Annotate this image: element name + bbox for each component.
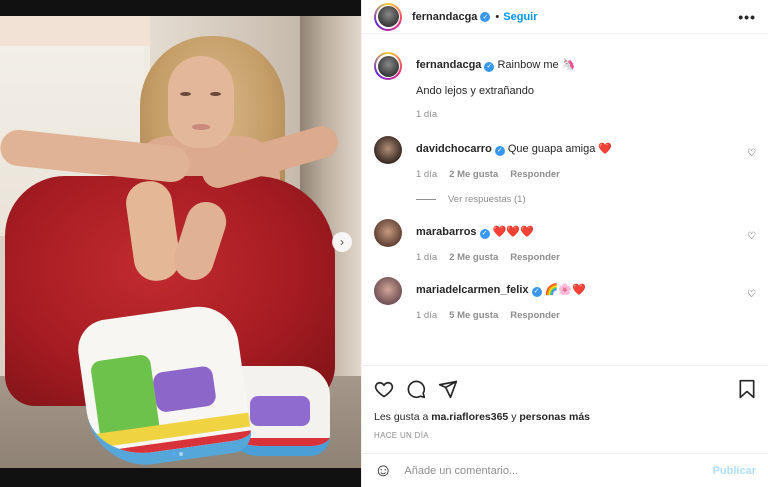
comment-username[interactable]: davidchocarro	[416, 143, 492, 155]
caption-text: Rainbow me 🦄	[497, 59, 576, 71]
heart-icon[interactable]	[374, 379, 394, 399]
publish-button[interactable]: Publicar	[713, 465, 756, 477]
verified-icon: ✓	[531, 286, 542, 297]
post-media: ›	[0, 0, 361, 487]
carousel-dot	[179, 452, 183, 456]
comment-box: ☺ Añade un comentario... Publicar	[362, 453, 768, 487]
photo-face	[168, 56, 234, 148]
likes-line: Les gusta a ma.riaflores365 y personas m…	[362, 411, 768, 427]
comment-item: mariadelcarmen_felix ✓ 🌈🌸❤️ 1 día 5 Me gu…	[374, 277, 756, 321]
follow-button[interactable]: Seguir	[503, 11, 537, 23]
photo-awning	[0, 16, 150, 46]
post-dialog: › fernandacga ✓ • Seguir ••• fernandacga…	[0, 0, 768, 487]
comment-username[interactable]: marabarros	[416, 226, 477, 238]
caption-username[interactable]: fernandacga	[416, 59, 481, 71]
next-arrow-icon[interactable]: ›	[332, 232, 352, 252]
bookmark-icon[interactable]	[738, 379, 756, 399]
comment-time[interactable]: 1 día	[416, 169, 437, 180]
comment-icon[interactable]	[406, 379, 426, 399]
likes-connector: y	[511, 411, 517, 423]
comment-likes[interactable]: 5 Me gusta	[449, 310, 498, 321]
replies-dash	[416, 199, 436, 200]
reply-button[interactable]: Responder	[510, 169, 560, 180]
post-side-panel: fernandacga ✓ • Seguir ••• fernandacga ✓ …	[361, 0, 768, 487]
photo-eye-left	[180, 92, 191, 96]
commenter-avatar[interactable]	[374, 136, 402, 164]
carousel-dot	[172, 452, 176, 456]
verified-icon: ✓	[494, 145, 505, 156]
photo-eye-right	[210, 92, 221, 96]
caption-extra: Ando lejos y extrañando	[416, 85, 535, 97]
likes-prefix: Les gusta a	[374, 411, 429, 423]
view-replies-label[interactable]: Ver respuestas (1)	[448, 194, 526, 205]
header-separator: •	[495, 10, 500, 23]
carousel-dots	[172, 452, 183, 456]
comments-list[interactable]: fernandacga ✓ Rainbow me 🦄 Ando lejos y e…	[362, 34, 768, 365]
comment-input[interactable]: Añade un comentario...	[404, 465, 712, 477]
verified-icon: ✓	[480, 11, 491, 22]
caption: fernandacga ✓ Rainbow me 🦄 Ando lejos y e…	[374, 52, 756, 120]
verified-icon: ✓	[479, 228, 490, 239]
caption-time[interactable]: 1 día	[416, 109, 437, 120]
comment-text: Que guapa amiga ❤️	[507, 143, 613, 155]
comment-like-icon[interactable]: ♡	[747, 148, 756, 159]
comment-like-icon[interactable]: ♡	[747, 231, 756, 242]
verified-icon: ✓	[484, 61, 495, 72]
post-photo	[0, 16, 361, 468]
comment-username[interactable]: mariadelcarmen_felix	[416, 284, 529, 296]
post-header: fernandacga ✓ • Seguir •••	[362, 0, 768, 34]
comment-like-icon[interactable]: ♡	[747, 289, 756, 300]
photo-lips	[192, 124, 210, 130]
posted-ago[interactable]: HACE UN DÍA	[362, 427, 768, 445]
author-avatar[interactable]	[374, 2, 402, 31]
share-icon[interactable]	[438, 379, 458, 399]
likes-user[interactable]: ma.riaflores365	[431, 411, 508, 423]
comment-item: marabarros ✓ ❤️❤️❤️ 1 día 2 Me gusta Resp…	[374, 219, 756, 263]
comment-time[interactable]: 1 día	[416, 252, 437, 263]
likes-rest[interactable]: personas más	[519, 411, 590, 423]
author-username[interactable]: fernandacga	[412, 11, 477, 23]
reply-button[interactable]: Responder	[510, 252, 560, 263]
more-icon[interactable]: •••	[738, 9, 756, 25]
action-bar	[362, 365, 768, 411]
emoji-icon[interactable]: ☺	[374, 460, 392, 481]
comment-text: ❤️❤️❤️	[492, 226, 534, 238]
comment-likes[interactable]: 2 Me gusta	[449, 169, 498, 180]
caption-avatar[interactable]	[374, 52, 402, 80]
comment-time[interactable]: 1 día	[416, 310, 437, 321]
comment-text: 🌈🌸❤️	[544, 284, 586, 296]
comment-likes[interactable]: 2 Me gusta	[449, 252, 498, 263]
comment-item: davidchocarro ✓ Que guapa amiga ❤️ 1 día …	[374, 136, 756, 180]
commenter-avatar[interactable]	[374, 277, 402, 305]
photo-shoe-left	[74, 301, 254, 468]
view-replies[interactable]: Ver respuestas (1)	[416, 194, 756, 205]
reply-button[interactable]: Responder	[510, 310, 560, 321]
commenter-avatar[interactable]	[374, 219, 402, 247]
